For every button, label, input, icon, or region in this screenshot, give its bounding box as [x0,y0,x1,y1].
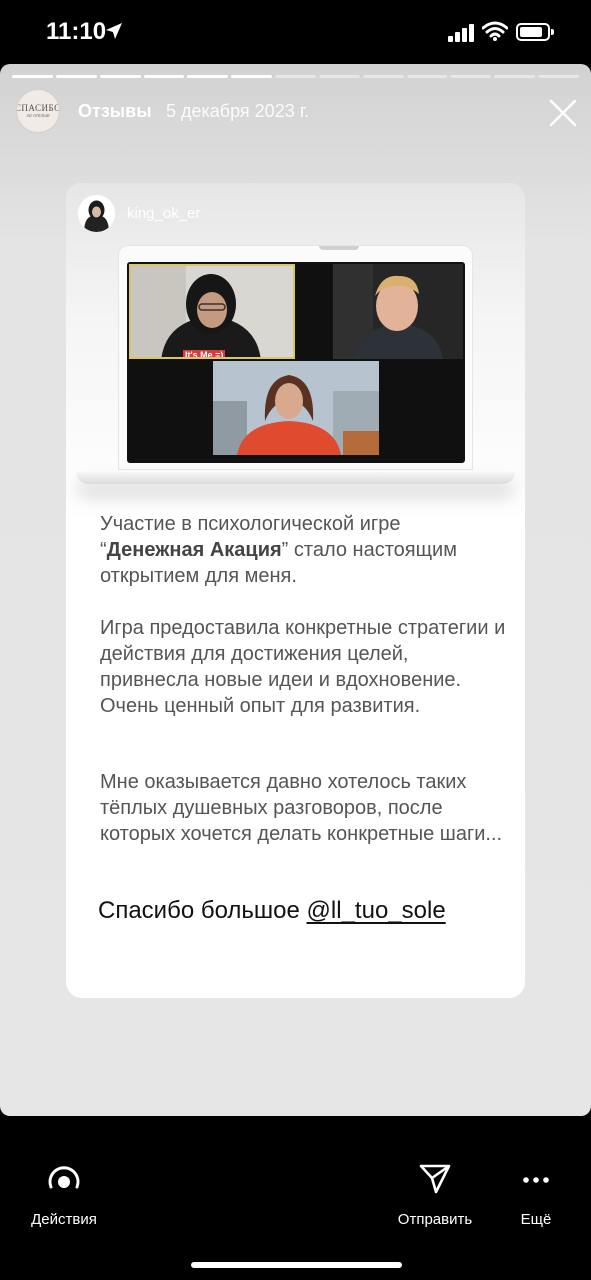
review-paragraph-2: Игра предоставила конкретные стратегии и… [100,617,506,717]
avatar-logo-subtext: за отзыв [26,113,50,119]
story-progress-segment [275,75,316,78]
story-account-avatar[interactable]: СПАСИБО за отзыв [16,89,60,133]
send-label: Отправить [397,1211,473,1228]
avatar-logo-text: СПАСИБО [16,103,60,113]
story-progress-segment [406,75,448,78]
story-progress-segment [450,75,492,78]
video-tile-participant-2 [333,264,463,359]
story-account-name[interactable]: Отзывы [78,101,152,122]
laptop-base [76,472,515,484]
story-date: 5 декабря 2023 г. [166,101,310,121]
game-name: Денежная Акация [106,539,282,561]
actions-label: Действия [31,1211,97,1228]
battery-icon [516,23,554,41]
review-thanks: Спасибо большое @ll_tuo_sole [98,897,446,924]
reviewer-username: king_ok_er [127,205,201,222]
more-icon [523,1177,549,1183]
status-time: 11:10 [46,18,107,45]
more-button[interactable]: Ещё [508,1160,564,1228]
reviewer-avatar [78,195,115,232]
story-progress-segment [99,75,141,78]
story-progress-segment [187,75,229,78]
more-label: Ещё [520,1211,552,1228]
wifi-icon [482,21,508,41]
story-progress-segment [362,75,404,78]
story-progress-segment [143,75,185,78]
story-progress-segment [231,75,273,78]
home-indicator[interactable] [191,1262,402,1268]
review-paragraph-1: Участие в психологической игре “Денежная… [100,513,457,587]
send-icon [419,1164,451,1194]
send-button[interactable]: Отправить [390,1160,480,1228]
close-icon[interactable] [548,98,578,128]
video-tile-participant-1: It's Me =) [129,264,295,359]
status-bar: 11:10 [0,0,591,64]
story-progress-segment [318,75,360,78]
story-viewer[interactable]: СПАСИБО за отзыв Отзывы 5 декабря 2023 г… [0,64,591,1116]
video-tile-participant-3 [213,361,379,455]
story-progress-segment [538,75,579,78]
story-progress-segment [55,75,97,78]
actions-button[interactable]: Действия [24,1160,104,1228]
location-arrow-icon [106,23,122,39]
video-call-screenshot: It's Me =) [127,262,465,463]
review-paragraph-3: Мне оказывается давно хотелось таких тёп… [100,771,503,845]
laptop-mockup: It's Me =) [118,245,473,470]
mention-link[interactable]: @ll_tuo_sole [307,897,446,924]
story-progress-segment [12,75,53,78]
story-progress-segment [494,75,536,78]
cellular-signal-icon [448,24,474,42]
review-card: king_ok_er It's Me =) Участие в психолог… [66,183,525,998]
video-caption: It's Me =) [183,350,226,359]
actions-icon [48,1166,80,1189]
story-progress-bar [12,75,579,78]
